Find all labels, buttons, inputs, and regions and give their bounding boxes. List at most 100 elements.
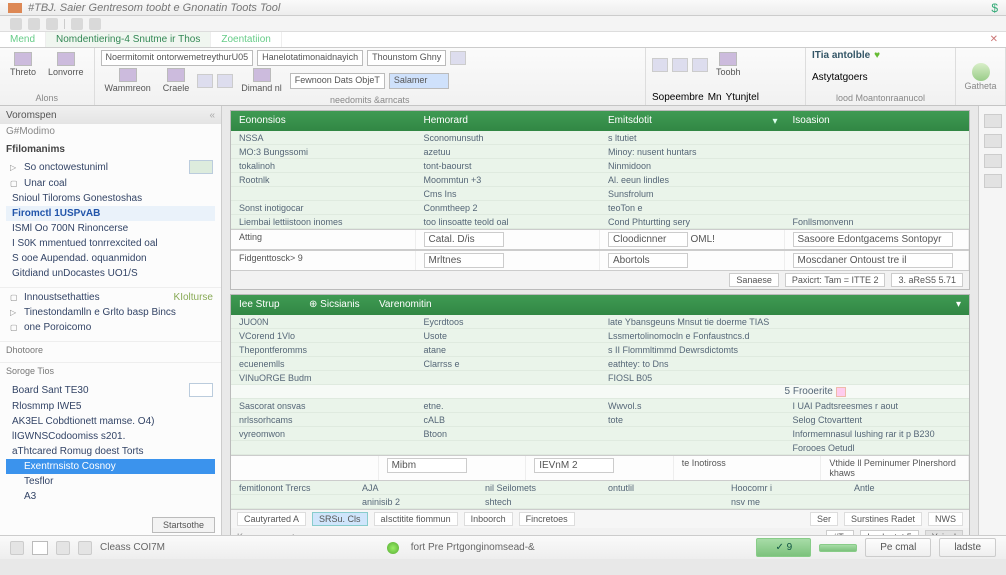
col-header[interactable]: Iee Strup bbox=[231, 295, 301, 315]
filter-input[interactable]: Cloodicnner bbox=[608, 232, 688, 247]
primary-button[interactable] bbox=[819, 544, 857, 552]
arrow-right-icon[interactable] bbox=[46, 18, 58, 30]
sidebar-item[interactable]: Gitdiand unDocastes UO1/S bbox=[6, 266, 215, 281]
sidebar-item[interactable]: AK3EL Cobdtionett mamse. O4) bbox=[6, 414, 215, 429]
table-row[interactable]: nrlssorhcamscALBtoteSelog Ctovarttent bbox=[231, 413, 969, 427]
secondary-button[interactable]: ladste bbox=[939, 538, 996, 557]
filter-input[interactable]: IEVnM 2 bbox=[534, 458, 614, 473]
table-row[interactable]: Liembai lettiistoon inomestoo linsoatte … bbox=[231, 215, 969, 229]
ribbon-btn-craele[interactable]: Craele bbox=[159, 66, 194, 95]
expand-icon[interactable]: ▾ bbox=[948, 295, 969, 315]
bottom-tab[interactable]: Inboorch bbox=[464, 512, 513, 526]
table-row[interactable]: femitlonont TrercsAJAnil Seilometsontutl… bbox=[231, 481, 969, 495]
sidebar-item[interactable]: lIGWNSCodoomiss s201. bbox=[6, 429, 215, 444]
filter-input[interactable]: Abortols bbox=[608, 253, 688, 268]
tab-zoentation[interactable]: Zoentatiion bbox=[211, 32, 281, 47]
sheet-input[interactable]: #Ts bbox=[826, 530, 854, 535]
save-icon[interactable] bbox=[10, 18, 22, 30]
sidebar-item[interactable]: ▷So onctowestuniml bbox=[6, 158, 215, 176]
tab-close-icon[interactable]: ✕ bbox=[982, 32, 1006, 47]
panel-icon[interactable] bbox=[984, 114, 1002, 128]
primary-button[interactable]: ✓ 9 bbox=[756, 538, 811, 557]
tool-icon[interactable] bbox=[672, 58, 688, 72]
filter-input[interactable]: Catal. D/is bbox=[424, 232, 504, 247]
bottom-tab-active[interactable]: SRSu. Cls bbox=[312, 512, 368, 526]
tool-icon[interactable] bbox=[652, 58, 668, 72]
ribbon-btn-wammreon[interactable]: Wammreon bbox=[101, 66, 155, 95]
sidebar-item[interactable]: ▢Unar coal bbox=[6, 176, 215, 191]
bottom-tab[interactable]: Cautyrarted A bbox=[237, 512, 306, 526]
table-row[interactable]: VINuORGE BudmFIOSL B05 bbox=[231, 371, 969, 385]
bottom-tab[interactable]: Ser bbox=[810, 512, 838, 526]
bottom-tab[interactable]: Surstines Radet bbox=[844, 512, 922, 526]
sidebar-item[interactable]: Board Sant TE30 bbox=[6, 381, 215, 399]
toolbar-item[interactable]: Paxicrt: Tam = ITTE 2 bbox=[785, 273, 886, 287]
refresh-icon[interactable] bbox=[71, 18, 83, 30]
breadcrumb-path[interactable]: Noermitomit ontorwemetreythurU05 bbox=[101, 50, 254, 66]
table-row[interactable]: tokalinohtont-baourstNinmidoon bbox=[231, 159, 969, 173]
table-row[interactable]: VCorend 1VloUsoteLssmertolinomocln e Fon… bbox=[231, 329, 969, 343]
col-header[interactable]: ⊕ Sicsianis bbox=[301, 295, 371, 315]
salamer-field[interactable]: Salamer bbox=[389, 73, 449, 89]
object-combo[interactable]: Fewnoon Dats ObjeT bbox=[290, 73, 385, 89]
table-row[interactable]: Sascorat onsvasetne.Wwvol.sI UAI Padtsre… bbox=[231, 399, 969, 413]
filter-input[interactable]: Moscdaner Ontoust tre il bbox=[793, 253, 953, 268]
tab-mend[interactable]: Mend bbox=[0, 32, 46, 47]
status-icon[interactable] bbox=[56, 541, 70, 555]
col-header[interactable]: Varenomitin bbox=[371, 295, 948, 315]
sidebar-item[interactable]: ▷Tinestondamlln e Grlto basp Bincs bbox=[6, 305, 215, 320]
table-row[interactable]: JUO0NEycrdtooslate Ybansgeuns Mnsut tie … bbox=[231, 315, 969, 329]
breadcrumb-path2[interactable]: Hanelotatimonaidnayich bbox=[257, 50, 363, 66]
table-row[interactable]: vyreomwonBtoonInformemnasul lushing rar … bbox=[231, 427, 969, 441]
ribbon-btn-toobh[interactable]: Toobh bbox=[712, 50, 745, 79]
chevron-down-icon[interactable]: ▾ bbox=[773, 116, 781, 124]
sidebar-item[interactable]: aThtcared Romug doest Torts bbox=[6, 444, 215, 459]
filter-input[interactable]: Sasoore Edontgacems Sontopyr bbox=[793, 232, 953, 247]
sheet-button[interactable]: Yoiunl bbox=[925, 530, 963, 535]
bottom-tab[interactable]: NWS bbox=[928, 512, 963, 526]
small-icon[interactable] bbox=[217, 74, 233, 88]
tool-icon[interactable] bbox=[692, 58, 708, 72]
sidebar-group-head[interactable]: Ffilomanims bbox=[6, 141, 215, 158]
close-icon[interactable]: « bbox=[209, 110, 215, 121]
footer-button[interactable]: Startsothe bbox=[152, 517, 215, 533]
col-header[interactable]: Emitsdotit▾ bbox=[600, 111, 785, 131]
ribbon-btn-lonvorre[interactable]: Lonvorre bbox=[44, 50, 88, 79]
edit-icon[interactable] bbox=[189, 383, 213, 397]
sidebar-item[interactable]: S ooe Aupendad. oquanmidon bbox=[6, 251, 215, 266]
panel-icon[interactable] bbox=[984, 154, 1002, 168]
table-row[interactable]: ecuenemllsClarrss eeathtey: to Dns bbox=[231, 357, 969, 371]
col-header[interactable]: Isoasion bbox=[785, 111, 970, 131]
sidebar-item[interactable]: Tesflor bbox=[6, 474, 215, 489]
ribbon-btn-dimand[interactable]: Dimand nl bbox=[237, 66, 286, 95]
secondary-button[interactable]: Pe cmal bbox=[865, 538, 931, 557]
table-row[interactable]: Sonst inotigocarConmtheep 2teoTon e bbox=[231, 201, 969, 215]
toolbar-item[interactable]: 3. aReS5 5.71 bbox=[891, 273, 963, 287]
sidebar-item[interactable]: Firomctl 1USPvAB bbox=[6, 206, 215, 221]
sidebar-item[interactable]: Rlosmmp IWE5 bbox=[6, 399, 215, 414]
table-row[interactable]: Thepontferommsatanes II Flommltimmd Dewr… bbox=[231, 343, 969, 357]
small-icon[interactable] bbox=[197, 74, 213, 88]
filter-input[interactable]: Mibm bbox=[387, 458, 467, 473]
status-input[interactable] bbox=[32, 541, 48, 555]
filter-input[interactable]: Mrltnes bbox=[424, 253, 504, 268]
table-row[interactable]: RootnlkMoommtun +3Al. eeun lindles bbox=[231, 173, 969, 187]
arrow-left-icon[interactable] bbox=[28, 18, 40, 30]
table-row[interactable]: Cms InsSunsfrolum bbox=[231, 187, 969, 201]
table-row[interactable]: Forooes Oetudl bbox=[231, 441, 969, 455]
panel-icon[interactable] bbox=[984, 174, 1002, 188]
sidebar-item[interactable]: ▢one Poroicomo bbox=[6, 320, 215, 335]
tab-nomdentiering[interactable]: Nomdentiering-4 Snutme ir Thos bbox=[46, 32, 211, 47]
star-icon[interactable] bbox=[836, 387, 846, 397]
sidebar-item[interactable]: Snioul Tiloroms Gonestoshas bbox=[6, 191, 215, 206]
col-header[interactable]: Hemorard bbox=[416, 111, 601, 131]
go-icon[interactable] bbox=[450, 51, 466, 65]
breadcrumb-path3[interactable]: Thounstom Ghny bbox=[367, 50, 446, 66]
table-row[interactable]: NSSASconomunsuths ltutiet bbox=[231, 131, 969, 145]
sidebar-item[interactable]: ISMl Oo 700N Rinoncerse bbox=[6, 221, 215, 236]
table-row[interactable]: aninisib 2shtechnsv me bbox=[231, 495, 969, 509]
search-field[interactable]: G#Modimo bbox=[0, 124, 221, 139]
sphere-icon[interactable] bbox=[972, 63, 990, 81]
folder-icon[interactable] bbox=[89, 18, 101, 30]
col-header[interactable]: Eononsios bbox=[231, 111, 416, 131]
